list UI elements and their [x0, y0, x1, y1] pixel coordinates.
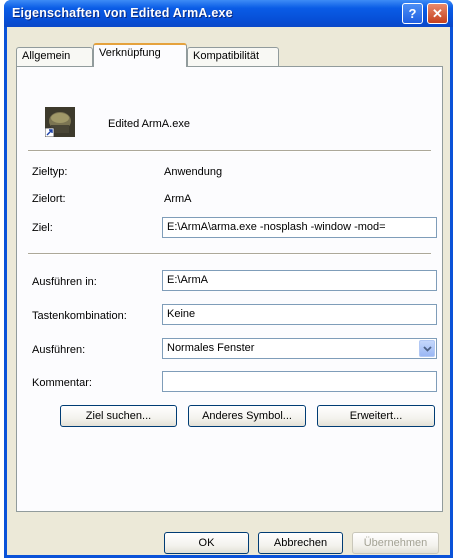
kommentar-label: Kommentar: — [32, 377, 92, 389]
ausfuehren-label: Ausführen: — [32, 344, 86, 356]
anderes-symbol-button[interactable]: Anderes Symbol... — [188, 405, 306, 427]
window-title: Eigenschaften von Edited ArmA.exe — [12, 6, 233, 20]
ausfuehren-in-label: Ausführen in: — [32, 276, 97, 288]
tab-allgemein[interactable]: Allgemein — [16, 47, 93, 66]
separator — [28, 150, 431, 152]
uebernehmen-button: Übernehmen — [352, 532, 439, 554]
ausfuehren-select-value: Normales Fenster — [167, 342, 255, 354]
ausfuehren-in-input[interactable]: E:\ArmA — [162, 270, 437, 291]
kommentar-input[interactable] — [162, 371, 437, 392]
properties-window: Eigenschaften von Edited ArmA.exe ? ✕ Al… — [4, 0, 453, 558]
title-bar[interactable]: Eigenschaften von Edited ArmA.exe ? ✕ — [4, 0, 453, 27]
zielort-value: ArmA — [164, 193, 192, 205]
ok-button[interactable]: OK — [164, 532, 249, 554]
separator — [28, 253, 431, 255]
dropdown-arrow-button[interactable] — [419, 340, 435, 357]
abbrechen-button[interactable]: Abbrechen — [258, 532, 343, 554]
application-icon — [44, 107, 75, 138]
ausfuehren-select[interactable]: Normales Fenster — [162, 338, 437, 359]
tab-verknuepfung[interactable]: Verknüpfung — [93, 43, 187, 67]
zielort-label: Zielort: — [32, 193, 66, 205]
zieltyp-label: Zieltyp: — [32, 166, 68, 178]
ziel-input[interactable]: E:\ArmA\arma.exe -nosplash -window -mod= — [162, 217, 437, 238]
shortcut-panel: Edited ArmA.exe Zieltyp: Anwendung Zielo… — [16, 66, 443, 512]
shortcut-name: Edited ArmA.exe — [108, 118, 190, 130]
ziel-label: Ziel: — [32, 222, 53, 234]
zieltyp-value: Anwendung — [164, 166, 223, 178]
tastenkombination-label: Tastenkombination: — [32, 310, 127, 322]
tab-kompatibilitaet[interactable]: Kompatibilität — [187, 47, 279, 66]
erweitert-button[interactable]: Erweitert... — [317, 405, 435, 427]
dialog-client-area: Allgemein Verknüpfung Kompatibilität Edi… — [7, 27, 450, 555]
ziel-suchen-button[interactable]: Ziel suchen... — [60, 405, 177, 427]
chevron-down-icon — [423, 346, 432, 352]
close-button[interactable]: ✕ — [427, 3, 448, 24]
tastenkombination-input[interactable]: Keine — [162, 304, 437, 325]
help-button[interactable]: ? — [402, 3, 423, 24]
